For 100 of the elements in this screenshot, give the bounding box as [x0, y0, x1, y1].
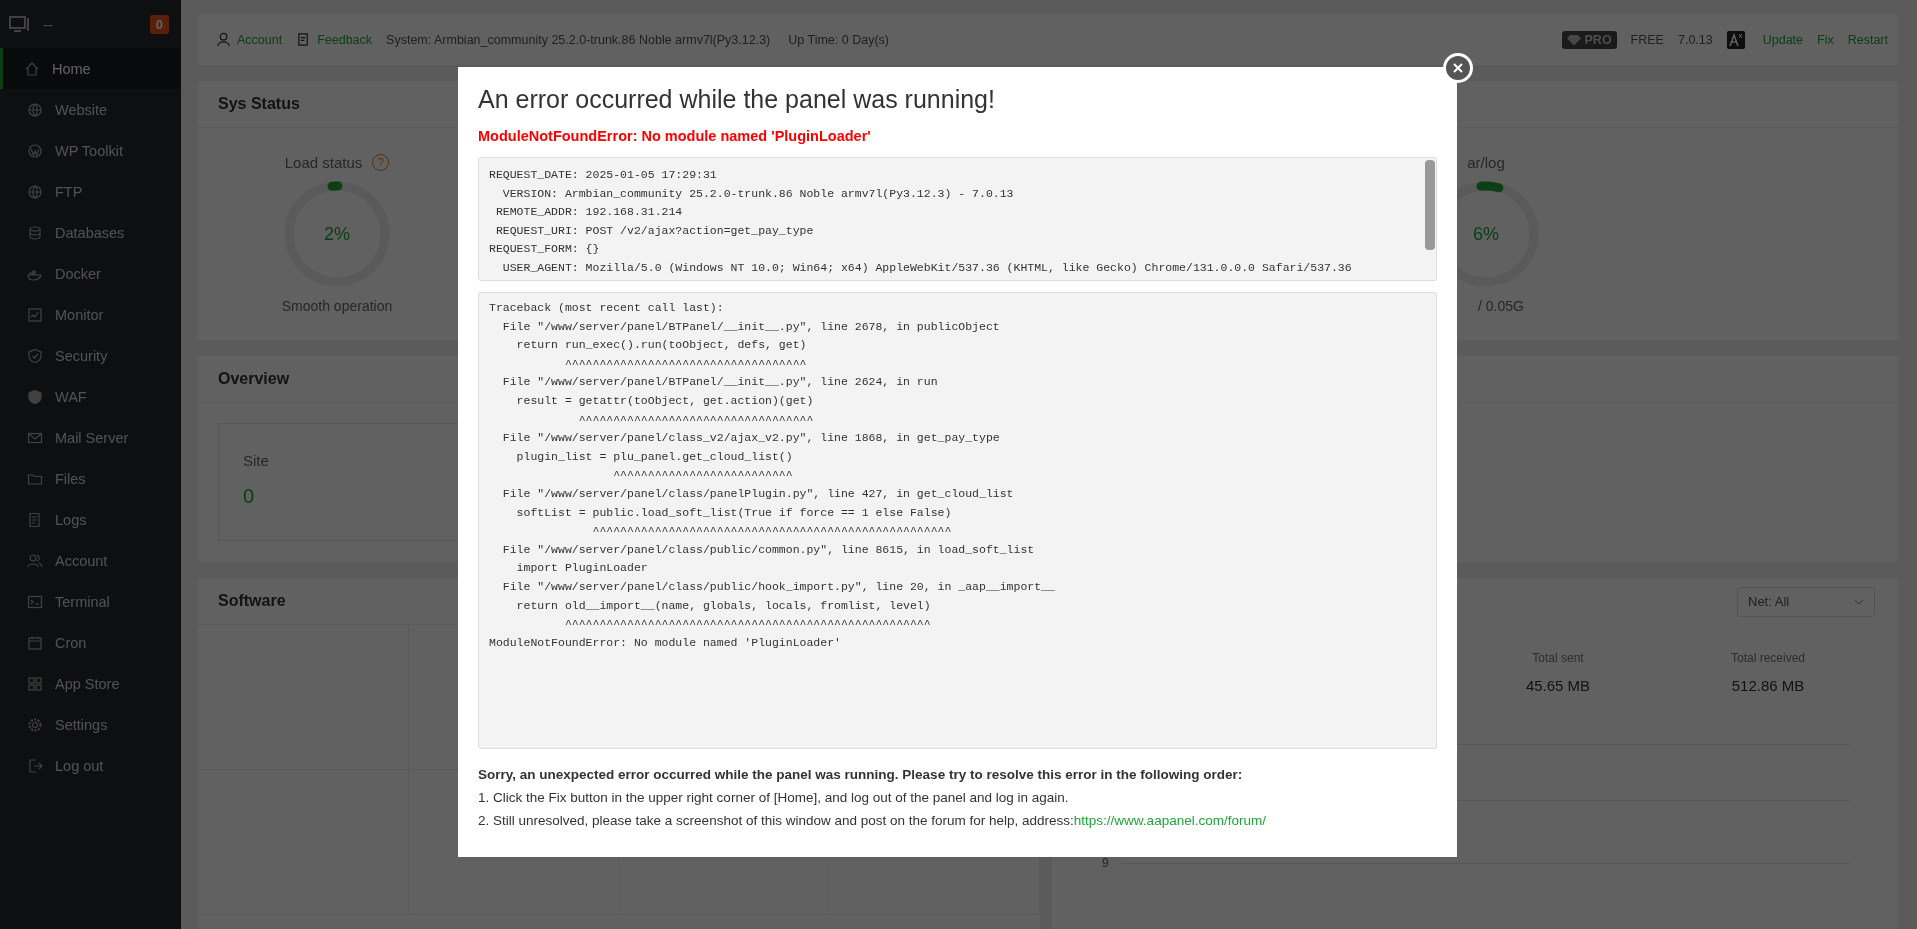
stat-value: 45.65 MB: [1524, 677, 1592, 694]
sidebar-label: Monitor: [55, 306, 104, 323]
sidebar-label: Cron: [55, 634, 87, 651]
sidebar-item[interactable]: App Store: [0, 663, 181, 704]
code-line: REQUEST_DATE: 2025-01-05 17:29:31: [489, 167, 718, 183]
code-line: return old__import__(name, globals, locals, fromlist, level): [515, 597, 932, 614]
stat-value: 0: [243, 485, 255, 508]
sidebar-label: Settings: [55, 716, 108, 733]
gauge-value: 6%: [1473, 223, 1499, 245]
gauge-caption: Smooth operation: [281, 298, 393, 314]
plan-label: FREE: [1630, 32, 1664, 47]
sidebar-item[interactable]: Settings: [0, 704, 181, 745]
account-link[interactable]: Account: [216, 32, 283, 47]
sidebar-label: Databases: [55, 224, 125, 241]
gauge-caption: / 0.05G: [1478, 298, 1524, 314]
code-line: ^^^^^^^^^^^^^^^^^^^^^^^^^^^^^^^^^^^: [563, 355, 808, 372]
sidebar-label: FTP: [55, 183, 83, 200]
code-line: REQUEST_URI: POST /v2/ajax?action=get_pay_type: [494, 222, 815, 239]
top-action-link[interactable]: Update: [1762, 32, 1804, 47]
sidebar-item[interactable]: Home: [0, 48, 181, 89]
help-step: 2. Still unresolved, please take a screenshot of this window and post on the forum for help, address:https://www.aapanel.com/forum/: [478, 813, 1437, 828]
sidebar-label: Website: [55, 101, 108, 118]
version-label: 7.0.13: [1677, 32, 1713, 47]
user-icon: [216, 32, 231, 47]
sidebar-item[interactable]: Security: [0, 335, 181, 376]
document-icon: [27, 511, 43, 528]
sidebar-label: Terminal: [55, 593, 110, 610]
gauge-title: ar/log: [1467, 153, 1505, 171]
sidebar-item[interactable]: Databases: [0, 212, 181, 253]
axis-label: 9: [1102, 856, 1109, 870]
grid-icon: [27, 675, 43, 692]
help-heading: Sorry, an unexpected error occurred while the panel was running. Please try to resolve this error in the following order:: [478, 767, 1244, 782]
globe-icon: [27, 101, 43, 118]
shield-icon: [27, 347, 43, 364]
dialog-title: An error occurred while the panel was running!: [478, 85, 996, 114]
top-action-link[interactable]: Fix: [1817, 32, 1834, 47]
code-line: return run_exec().run(toObject, defs, get): [515, 337, 808, 354]
code-line: ^^^^^^^^^^^^^^^^^^^^^^^^^^^^^^^^^^^^^^^^^^^^^^^^^^^^: [591, 523, 953, 540]
feedback-link[interactable]: Feedback: [296, 32, 373, 47]
terminal-icon: [27, 593, 43, 610]
gauge-value: 2%: [324, 223, 350, 245]
code-line: VERSION: Armbian_community 25.2.0-trunk.86 Noble armv7l(Py3.12.3) - 7.0.13: [501, 185, 1015, 202]
code-line: ModuleNotFoundError: No module named 'PluginLoader': [489, 634, 842, 651]
sidebar-label: Docker: [55, 265, 101, 282]
stat-label: Site: [243, 452, 269, 469]
network-select[interactable]: Net: All: [1737, 586, 1875, 617]
code-line: File "/www/server/panel/BTPanel/__init__.py", line 2624, in run: [501, 374, 939, 391]
wordpress-icon: [27, 142, 43, 159]
sidebar-item[interactable]: Terminal: [0, 581, 181, 622]
sidebar-item[interactable]: Website: [0, 89, 181, 130]
stat-value: 512.86 MB: [1730, 677, 1806, 694]
code-line: USER_AGENT: Mozilla/5.0 (Windows NT 10.0; Win64; x64) AppleWebKit/537.36 (KHTML, like Gecko) Chrome/131.0.0.0 Safari/537.36: [501, 259, 1353, 276]
code-line: Traceback (most recent call last):: [489, 300, 725, 316]
code-line: File "/www/server/panel/class/public/common.py", line 8615, in load_soft_list: [501, 541, 1036, 558]
sidebar-item[interactable]: WAF: [0, 376, 181, 417]
sidebar-label: Account: [55, 552, 108, 569]
sidebar-label: WP Toolkit: [55, 142, 123, 159]
sidebar-item[interactable]: Files: [0, 458, 181, 499]
shield-icon: [27, 388, 43, 405]
top-action-link[interactable]: Restart: [1847, 32, 1888, 47]
sidebar-item[interactable]: Log out: [0, 745, 181, 786]
sidebar-item[interactable]: Cron: [0, 622, 181, 663]
code-line: import PluginLoader: [515, 560, 649, 577]
home-icon: [24, 60, 40, 77]
help-step: 1. Click the Fix button in the upper right corner of [Home], and log out of the panel and log in again.: [478, 790, 1437, 805]
sidebar-label: Logs: [55, 511, 87, 528]
sidebar-item[interactable]: Monitor: [0, 294, 181, 335]
chart-icon: [27, 306, 43, 323]
globe-icon: [27, 183, 43, 200]
code-line: ^^^^^^^^^^^^^^^^^^^^^^^^^^: [612, 467, 794, 484]
sidebar-item[interactable]: Mail Server: [0, 417, 181, 458]
sidebar-label: Home: [52, 60, 91, 77]
database-icon: [27, 224, 43, 241]
calendar-icon: [27, 634, 43, 651]
gauge-title: Load status: [284, 153, 363, 171]
caret-icon: [1854, 598, 1864, 605]
sidebar-label: WAF: [55, 388, 87, 405]
sidebar-item[interactable]: Docker: [0, 253, 181, 294]
uptime-text: Up Time: 0 Day(s): [788, 32, 889, 47]
code-line: REMOTE_ADDR: 192.168.31.214: [494, 204, 684, 221]
sidebar-item[interactable]: Logs: [0, 499, 181, 540]
sidebar-item[interactable]: WP Toolkit: [0, 130, 181, 171]
scrollbar[interactable]: [1424, 158, 1436, 280]
sidebar-label: Mail Server: [55, 429, 129, 446]
error-message: ModuleNotFoundError: No module named 'PluginLoader': [478, 128, 872, 144]
sidebar-item[interactable]: FTP: [0, 171, 181, 212]
sidebar-item[interactable]: Account: [0, 540, 181, 581]
sidebar-label: Log out: [55, 757, 104, 774]
host-name: --: [43, 15, 54, 33]
forum-link[interactable]: https://www.aapanel.com/forum/: [1073, 813, 1266, 828]
system-info: System: Armbian_community 25.2.0-trunk.86 Noble armv7l(Py3.12.3): [386, 32, 771, 47]
code-line: ^^^^^^^^^^^^^^^^^^^^^^^^^^^^^^^^^^: [577, 411, 815, 428]
close-icon: [1452, 62, 1464, 74]
users-icon: [27, 552, 43, 569]
sidebar-label: Security: [55, 347, 108, 364]
notification-badge[interactable]: 0: [149, 14, 169, 34]
code-line: REQUEST_FORM: {}: [489, 241, 601, 258]
translate-icon[interactable]: [1726, 30, 1745, 49]
settings-icon: [27, 716, 43, 733]
sidebar-label: Files: [55, 470, 86, 487]
